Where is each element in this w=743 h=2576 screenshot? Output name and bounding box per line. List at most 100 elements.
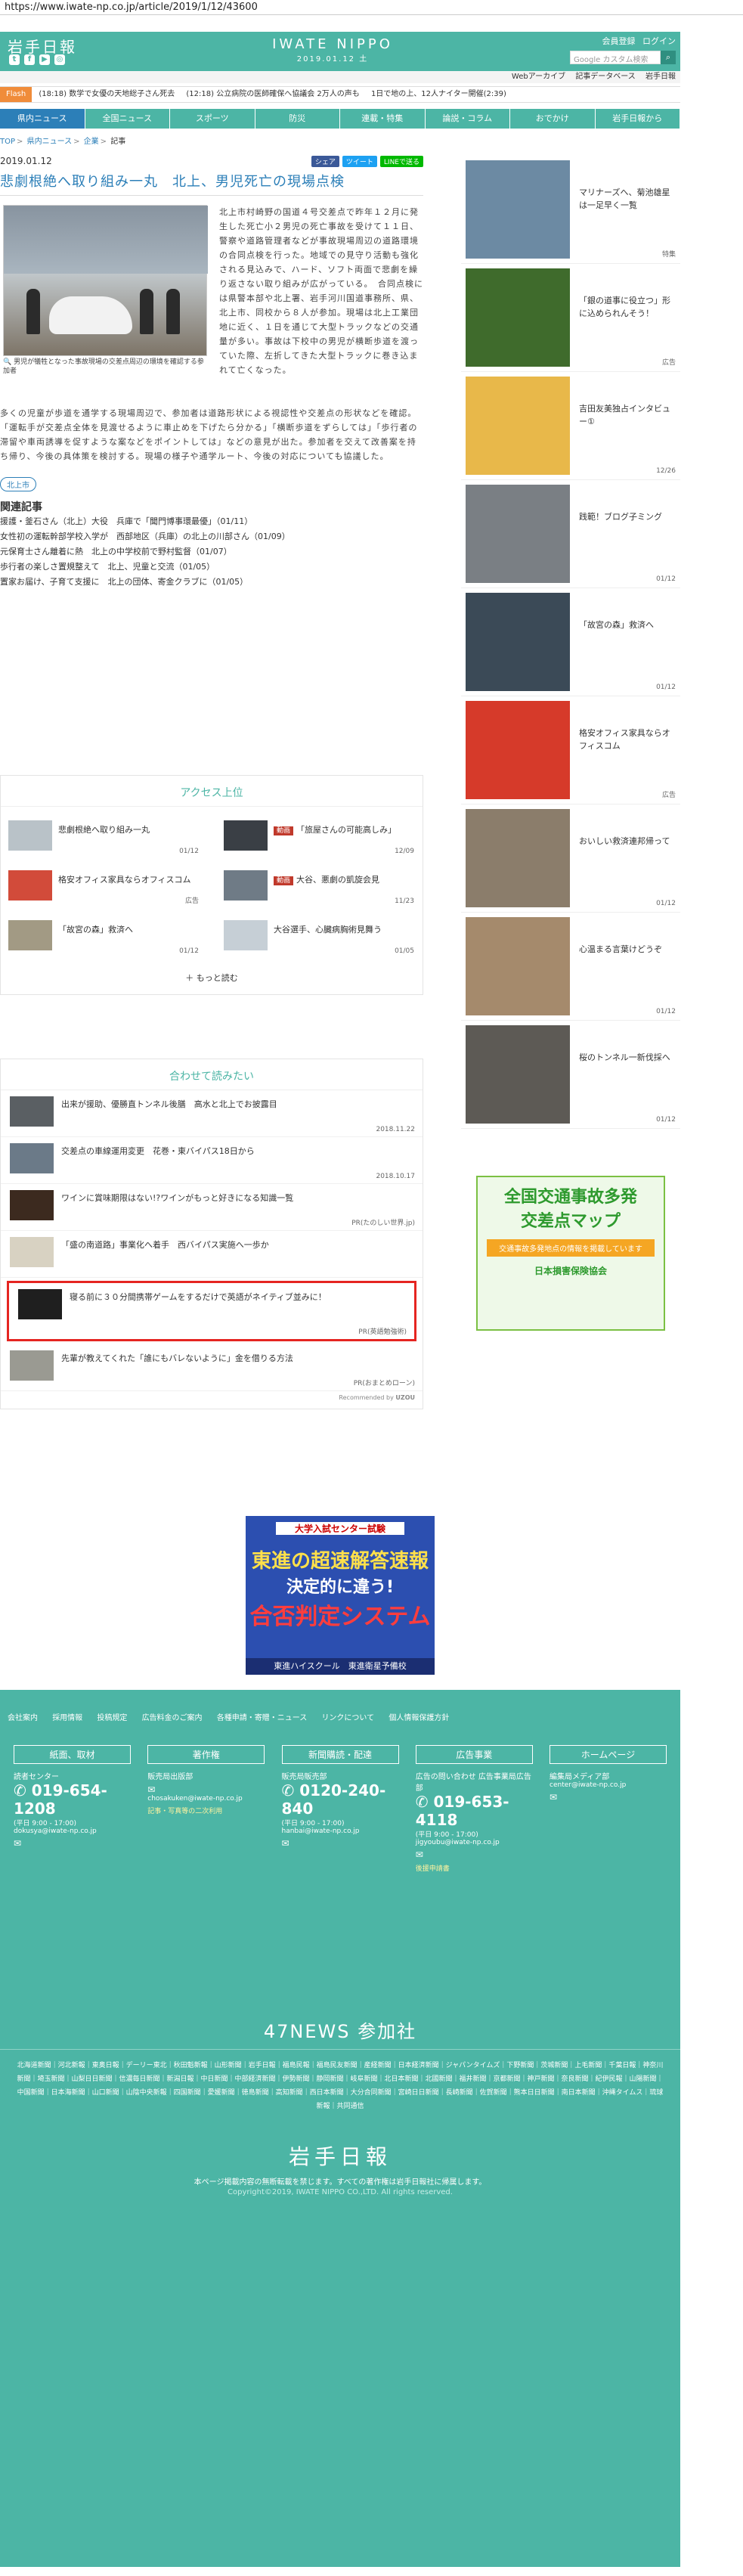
mail-icon[interactable]: ✉ (550, 1792, 667, 1803)
search-icon[interactable]: ⌕ (661, 51, 676, 64)
article-column: 2019.01.12 シェア ツイート LINEで送る 悲劇根絶へ取り組み一丸 … (0, 156, 423, 590)
contact-email[interactable]: center@iwate-np.co.jp (550, 1781, 667, 1789)
nav-tab-national[interactable]: 全国ニュース (85, 109, 170, 129)
nav-tab-disaster[interactable]: 防災 (255, 109, 340, 129)
footer-link[interactable]: 会社案内 (8, 1714, 38, 1722)
phone-icon: ✆ (14, 1781, 26, 1799)
contact-email[interactable]: jigyoubu@iwate-np.co.jp (416, 1839, 533, 1846)
related-item[interactable]: 歩行者の楽しさ置規整えて 北上、児童と交流（01/05） (0, 560, 423, 575)
sidebar-item[interactable]: マリナーズへ、菊池雄星は一足早く一覧 特集 (461, 156, 680, 264)
phone-icon: ✆ (281, 1781, 295, 1799)
recommend-item[interactable]: 先輩が教えてくれた「誰にもバレないように」金を借りる方法 PR(おまとめローン) (1, 1344, 423, 1391)
nav-tab-local[interactable]: 県内ニュース (0, 109, 85, 129)
recommend-item[interactable]: ワインに賞味期限はない!?ワインがもっと好きになる知識一覧 PR(たのしい世界.j… (1, 1184, 423, 1231)
rank-item[interactable]: 大谷選手、心臓病胸術見舞う 01/05 (216, 913, 420, 958)
article-db-link[interactable]: 記事データベース (575, 73, 636, 81)
related-item[interactable]: 置家お届け、子育て支援に 北上の団体、寄金クラブに（01/05） (0, 575, 423, 590)
breadcrumb-top[interactable]: TOP (0, 138, 15, 146)
mail-icon[interactable]: ✉ (282, 1838, 399, 1849)
account-links: 会員登録 ログイン (598, 35, 676, 47)
related-title: 関連記事 (0, 501, 42, 513)
recommend-credit: Recommended by UZOU (339, 1394, 415, 1401)
url-bar[interactable]: https://www.iwate-np.co.jp/article/2019/… (0, 0, 743, 15)
contact-column: 著作権 販売局出版部 ✉ chosakuken@iwate-np.co.jp 記… (147, 1745, 265, 1873)
member-papers[interactable]: 北海道新聞｜河北新報｜東奥日報｜デーリー東北｜秋田魁新報｜山形新聞｜岩手日報｜福… (0, 2050, 680, 2113)
nav-tab-series[interactable]: 連載・特集 (340, 109, 426, 129)
breadcrumb-current: 記事 (110, 138, 126, 146)
contact-email[interactable]: hanbai@iwate-np.co.jp (282, 1827, 399, 1835)
site-logo[interactable]: 岩手日報 (8, 35, 77, 57)
footer-logo: 岩手日報 (288, 2144, 392, 2169)
mail-icon[interactable]: ✉ (14, 1838, 131, 1849)
flash-item[interactable]: (18:18) 数学で女優の天地総子さん死去 (39, 90, 175, 98)
footer-link[interactable]: 採用情報 (52, 1714, 82, 1722)
more-button[interactable]: ＋ もっと読む (1, 966, 423, 994)
instagram-icon[interactable]: ◎ (54, 54, 65, 65)
flash-ticker: Flash (18:18) 数学で女優の天地総子さん死去 (12:18) 公立病… (0, 86, 680, 103)
site-header: 岩手日報 t f ▶ ◎ IWATE NIPPO 2019.01.12 土 会員… (0, 32, 680, 71)
line-share-button[interactable]: LINEで送る (379, 156, 423, 167)
article-tag[interactable]: 北上市 (0, 477, 36, 491)
center-ad-banner[interactable]: 大学入試センター試験 東進の超速解答速報 決定的に違う! 合否判定システム 東進… (246, 1516, 435, 1675)
recommend-item[interactable]: 出来が援助、優勝直トンネル後膳 高水と北上でお披露目 2018.11.22 (1, 1090, 423, 1137)
youtube-icon[interactable]: ▶ (39, 54, 50, 65)
plus-icon: ＋ (185, 973, 194, 983)
twitter-icon[interactable]: t (9, 54, 20, 65)
footer-note: 本ページ掲載内容の無断転載を禁じます。すべての著作権は岩手日報社に帰属します。 (193, 2178, 487, 2187)
sidebar-item[interactable]: 心温まる言葉けどうぞ 01/12 (461, 913, 680, 1021)
article-lead: 北上市村崎野の国道４号交差点で昨年１２月に発生した死亡小２男児の死亡事故を受けて… (219, 207, 423, 375)
sidebar-item[interactable]: 吉田友美独占インタビュー① 12/26 (461, 372, 680, 480)
sidebar-item[interactable]: おいしい救済連邦帰って 01/12 (461, 804, 680, 913)
flash-item[interactable]: 1日で地の上、12人ナイター開催(2:39) (371, 90, 506, 98)
rank-item[interactable]: 悲劇根絶へ取り組み一丸 01/12 (1, 813, 205, 858)
footer-link[interactable]: 個人情報保護方針 (389, 1714, 449, 1722)
sidebar-item[interactable]: 「故宮の森」救済へ 01/12 (461, 588, 680, 696)
rank-item[interactable]: 「故宮の森」救済へ 01/12 (1, 913, 205, 958)
nav-tab-outing[interactable]: おでかけ (510, 109, 596, 129)
web-archive-link[interactable]: Webアーカイブ (512, 73, 565, 81)
access-title: アクセス上位 (1, 776, 423, 807)
recommend-ad-item[interactable]: 寝る前に３０分間携帯ゲームをするだけで英語がネイティブ並みに！ PR(英語勉強術) (7, 1281, 416, 1341)
contact-email[interactable]: chosakuken@iwate-np.co.jp (147, 1795, 265, 1803)
rank-item[interactable]: 動画 大谷、悪劇の凱旋会見 11/23 (216, 863, 420, 908)
note-link[interactable]: 記事・写真等の二次利用 (147, 1806, 265, 1815)
related-item[interactable]: 女性初の運転幹部学校入学が 西部地区（兵庫）の北上の川部さん（01/09） (0, 529, 423, 544)
rank-item[interactable]: 動画 「旅屋さんの可能高しみ」 12/09 (216, 813, 420, 858)
footer-link[interactable]: 広告料金のご案内 (142, 1714, 203, 1722)
mail-icon[interactable]: ✉ (147, 1784, 265, 1795)
contact-email[interactable]: dokusya@iwate-np.co.jp (14, 1827, 131, 1835)
sidebar-item[interactable]: 格安オフィス家具ならオフィスコム 広告 (461, 696, 680, 804)
note-link[interactable]: 後援申請書 (416, 1863, 533, 1873)
footer-link[interactable]: 投稿規定 (97, 1714, 127, 1722)
nav-tab-sports[interactable]: スポーツ (170, 109, 255, 129)
recommend-item[interactable]: 「盛の南道路」事業化へ着手 西バイパス実施へ一歩か (1, 1231, 423, 1278)
related-item[interactable]: 援護・釜石さん（北上）大役 兵庫で「聞門博事環最優」（01/11） (0, 514, 423, 529)
iwate-nippo-link[interactable]: 岩手日報 (645, 73, 676, 81)
contact-column: 新聞購読・配達 販売局販売部 ✆ 0120-240-840 (平日 9:00 -… (281, 1745, 399, 1873)
flash-item[interactable]: (12:18) 公立病院の医師確保へ協議会 2万人の声も (186, 90, 359, 98)
register-link[interactable]: 会員登録 (602, 36, 636, 46)
search-input[interactable]: Google カスタム検索 (570, 51, 661, 64)
sidebar-item[interactable]: 桜のトンネル一新伐採へ 01/12 (461, 1021, 680, 1129)
article-photo[interactable] (3, 205, 208, 356)
footer-link[interactable]: リンクについて (321, 1714, 374, 1722)
login-link[interactable]: ログイン (642, 36, 676, 46)
mail-icon[interactable]: ✉ (416, 1849, 533, 1860)
brand-block[interactable]: IWATE NIPPO 2019.01.12 土 (265, 36, 401, 64)
side-ad-banner[interactable]: 全国交通事故多発 交差点マップ 交通事故多発地点の情報を掲載しています 日本損害… (476, 1176, 665, 1331)
footer-link[interactable]: 各種申請・寄贈・ニュース (217, 1714, 308, 1722)
breadcrumb-business[interactable]: 企業 (84, 138, 99, 146)
article-date: 2019.01.12 (0, 156, 52, 166)
recommend-title: 合わせて読みたい (1, 1059, 423, 1090)
rank-item[interactable]: 格安オフィス家具ならオフィスコム 広告 (1, 863, 205, 908)
nav-tab-columns[interactable]: 論説・コラム (425, 109, 510, 129)
tweet-button[interactable]: ツイート (342, 156, 377, 167)
sidebar-item[interactable]: 践範！ブログ子ミング 01/12 (461, 480, 680, 588)
sidebar-item[interactable]: 「銀の道事に役立つ」形に込められんそう！ 広告 (461, 264, 680, 372)
facebook-share-button[interactable]: シェア (311, 156, 339, 167)
breadcrumb-local[interactable]: 県内ニュース (27, 138, 73, 146)
recommend-item[interactable]: 交差点の車線運用変更 花巻・東バイパス18日から 2018.10.17 (1, 1137, 423, 1184)
related-item[interactable]: 元保育士さん離着に熱 北上の中学校前で野村監督（01/07） (0, 544, 423, 560)
nav-tab-from-nippo[interactable]: 岩手日報から (595, 109, 680, 129)
facebook-icon[interactable]: f (24, 54, 35, 65)
